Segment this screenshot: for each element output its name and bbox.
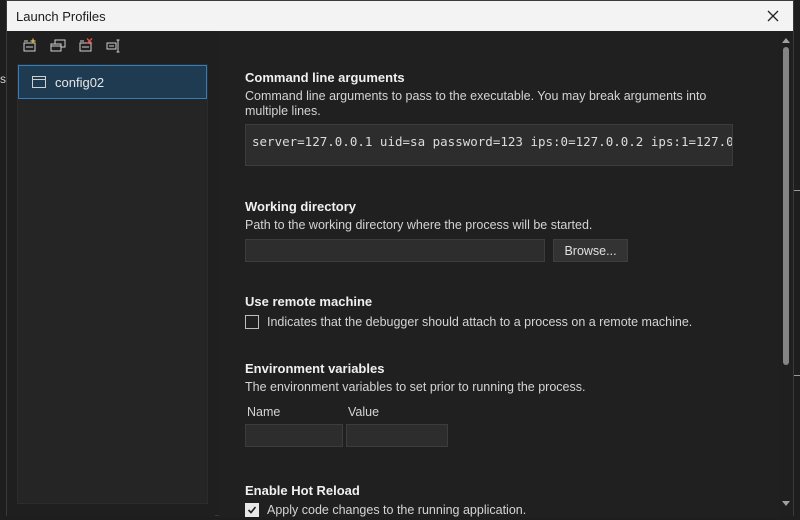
command-line-arguments-input[interactable]: server=127.0.0.1 uid=sa password=123 ips… xyxy=(245,124,733,166)
new-profile-icon xyxy=(23,38,36,52)
command-line-description: Command line arguments to pass to the ex… xyxy=(245,89,707,118)
hot-reload-title: Enable Hot Reload xyxy=(245,483,360,498)
delete-profile-icon xyxy=(79,38,93,52)
rename-profile-icon xyxy=(106,39,120,53)
delete-profile-button[interactable] xyxy=(77,37,95,55)
env-value-input[interactable] xyxy=(346,424,448,447)
profile-settings-pane: Command line arguments Command line argu… xyxy=(219,31,779,517)
remote-machine-title: Use remote machine xyxy=(245,294,373,309)
hot-reload-checkbox-label: Apply code changes to the running applic… xyxy=(267,503,527,517)
duplicate-profile-button[interactable] xyxy=(49,37,67,55)
close-icon xyxy=(767,10,779,22)
scroll-down-button[interactable] xyxy=(781,499,791,509)
profile-list: config02 xyxy=(17,64,208,504)
window-title: Launch Profiles xyxy=(16,9,106,24)
rename-profile-button[interactable] xyxy=(105,37,123,55)
profiles-toolbar xyxy=(21,37,123,57)
environment-variables-description: The environment variables to set prior t… xyxy=(245,380,586,394)
environment-variables-title: Environment variables xyxy=(245,361,385,376)
scroll-up-button[interactable] xyxy=(781,35,791,45)
scroll-down-arrow-icon xyxy=(782,501,790,506)
close-button[interactable] xyxy=(753,1,793,31)
profile-label: config02 xyxy=(55,74,105,90)
hot-reload-checkbox[interactable] xyxy=(245,503,259,517)
launch-profiles-dialog: Launch Profiles config02 Command line ar… xyxy=(6,0,794,517)
checkmark-icon xyxy=(247,506,257,514)
scroll-thumb[interactable] xyxy=(783,47,789,365)
env-name-column-header: Name xyxy=(247,405,281,419)
vertical-scrollbar[interactable] xyxy=(779,31,793,517)
working-directory-input[interactable] xyxy=(245,239,545,262)
working-directory-description: Path to the working directory where the … xyxy=(245,218,593,232)
env-name-input[interactable] xyxy=(245,424,343,447)
profiles-pane: config02 xyxy=(7,31,215,517)
working-directory-title: Working directory xyxy=(245,199,357,214)
duplicate-profile-icon xyxy=(50,39,66,52)
scroll-up-arrow-icon xyxy=(782,38,790,43)
profile-item-config02[interactable]: config02 xyxy=(18,65,207,99)
title-bar: Launch Profiles xyxy=(7,1,793,31)
new-profile-button[interactable] xyxy=(21,37,39,55)
remote-machine-checkbox-label: Indicates that the debugger should attac… xyxy=(267,315,693,329)
window-icon xyxy=(32,76,46,88)
env-value-column-header: Value xyxy=(348,405,380,419)
remote-machine-checkbox[interactable] xyxy=(245,315,259,329)
command-line-title: Command line arguments xyxy=(245,70,405,85)
browse-button[interactable]: Browse... xyxy=(553,239,628,262)
